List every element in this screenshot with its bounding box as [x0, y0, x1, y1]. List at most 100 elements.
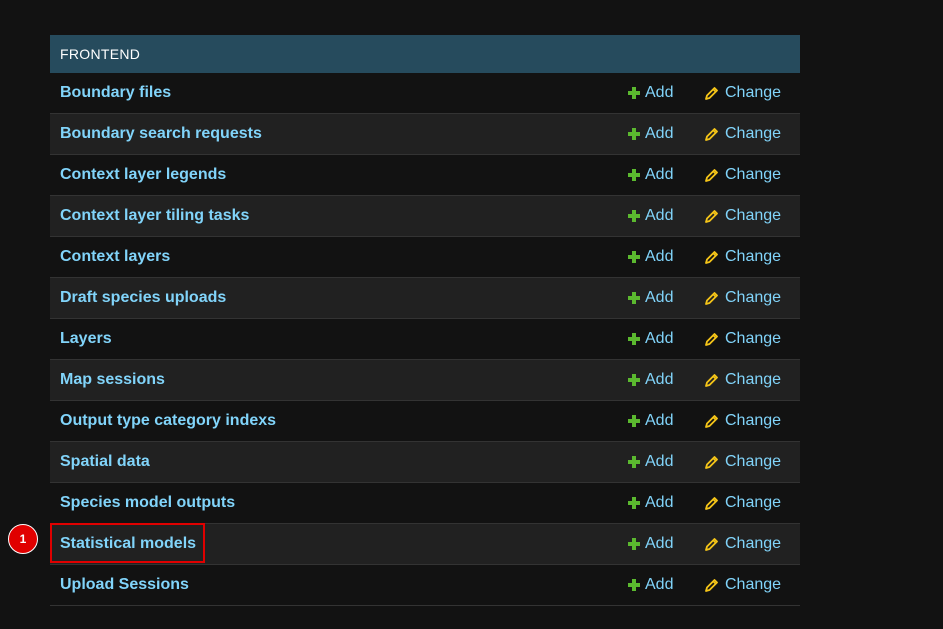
change-label: Change: [725, 330, 782, 347]
module-caption-label[interactable]: FRONTEND: [60, 46, 140, 62]
change-link[interactable]: Change: [705, 453, 781, 471]
add-link[interactable]: Add: [628, 289, 673, 307]
change-label: Change: [725, 207, 782, 224]
pencil-icon: [705, 496, 719, 510]
model-link[interactable]: Layers: [60, 330, 112, 348]
change-link[interactable]: Change: [705, 207, 781, 225]
add-link[interactable]: Add: [628, 412, 673, 430]
pencil-icon: [705, 250, 719, 264]
pencil-icon: [705, 373, 719, 387]
change-link[interactable]: Change: [705, 125, 781, 143]
plus-icon: [628, 169, 640, 181]
change-link[interactable]: Change: [705, 84, 781, 102]
add-link[interactable]: Add: [628, 535, 673, 553]
model-link[interactable]: Context layer tiling tasks: [60, 207, 249, 225]
change-label: Change: [725, 84, 782, 101]
pencil-icon: [705, 578, 719, 592]
change-link[interactable]: Change: [705, 535, 781, 553]
plus-icon: [628, 538, 640, 550]
model-link[interactable]: Context layer legends: [60, 166, 226, 184]
plus-icon: [628, 128, 640, 140]
add-label: Add: [645, 84, 674, 101]
table-row: Boundary search requests Add Change: [50, 114, 800, 155]
add-link[interactable]: Add: [628, 125, 673, 143]
table-row: Context layers Add Change: [50, 237, 800, 278]
add-label: Add: [645, 371, 674, 388]
add-link[interactable]: Add: [628, 207, 673, 225]
add-label: Add: [645, 412, 674, 429]
add-label: Add: [645, 576, 674, 593]
plus-icon: [628, 292, 640, 304]
model-link[interactable]: Map sessions: [60, 371, 165, 389]
module-caption[interactable]: FRONTEND: [50, 35, 800, 73]
add-link[interactable]: Add: [628, 371, 673, 389]
pencil-icon: [705, 455, 719, 469]
change-link[interactable]: Change: [705, 494, 781, 512]
table-row: Output type category indexs Add Change: [50, 401, 800, 442]
change-label: Change: [725, 371, 782, 388]
change-label: Change: [725, 125, 782, 142]
add-label: Add: [645, 248, 674, 265]
add-label: Add: [645, 330, 674, 347]
table-row: Draft species uploads Add Change: [50, 278, 800, 319]
pencil-icon: [705, 414, 719, 428]
plus-icon: [628, 333, 640, 345]
plus-icon: [628, 415, 640, 427]
pencil-icon: [705, 127, 719, 141]
change-label: Change: [725, 248, 782, 265]
add-label: Add: [645, 207, 674, 224]
pencil-icon: [705, 168, 719, 182]
change-label: Change: [725, 166, 782, 183]
add-link[interactable]: Add: [628, 453, 673, 471]
change-label: Change: [725, 453, 782, 470]
add-label: Add: [645, 494, 674, 511]
model-link[interactable]: Draft species uploads: [60, 289, 226, 307]
add-link[interactable]: Add: [628, 494, 673, 512]
change-label: Change: [725, 412, 782, 429]
change-link[interactable]: Change: [705, 412, 781, 430]
table-row: Context layer tiling tasks Add Change: [50, 196, 800, 237]
table-row: Context layer legends Add Change: [50, 155, 800, 196]
plus-icon: [628, 251, 640, 263]
pencil-icon: [705, 86, 719, 100]
change-link[interactable]: Change: [705, 576, 781, 594]
pencil-icon: [705, 291, 719, 305]
add-link[interactable]: Add: [628, 330, 673, 348]
plus-icon: [628, 87, 640, 99]
model-link[interactable]: Boundary files: [60, 84, 171, 102]
table-row: Layers Add Change: [50, 319, 800, 360]
pencil-icon: [705, 332, 719, 346]
model-link[interactable]: Context layers: [60, 248, 170, 266]
plus-icon: [628, 456, 640, 468]
change-link[interactable]: Change: [705, 371, 781, 389]
add-link[interactable]: Add: [628, 248, 673, 266]
model-link[interactable]: Spatial data: [60, 453, 150, 471]
add-link[interactable]: Add: [628, 166, 673, 184]
change-link[interactable]: Change: [705, 289, 781, 307]
add-link[interactable]: Add: [628, 576, 673, 594]
annotation-badge: 1: [8, 524, 38, 554]
table-row: Upload Sessions Add Change: [50, 565, 800, 606]
add-label: Add: [645, 535, 674, 552]
model-link[interactable]: Statistical models: [60, 535, 196, 553]
add-label: Add: [645, 289, 674, 306]
table-row: Boundary files Add Change: [50, 73, 800, 114]
change-label: Change: [725, 535, 782, 552]
table-row: Species model outputs Add Change: [50, 483, 800, 524]
model-link[interactable]: Species model outputs: [60, 494, 235, 512]
plus-icon: [628, 210, 640, 222]
model-link[interactable]: Output type category indexs: [60, 412, 276, 430]
model-link[interactable]: Boundary search requests: [60, 125, 262, 143]
change-link[interactable]: Change: [705, 248, 781, 266]
model-link[interactable]: Upload Sessions: [60, 576, 189, 594]
table-row: Spatial data Add Change: [50, 442, 800, 483]
change-link[interactable]: Change: [705, 330, 781, 348]
change-label: Change: [725, 494, 782, 511]
pencil-icon: [705, 537, 719, 551]
frontend-module: FRONTEND Boundary files Add Change Boundary…: [50, 35, 800, 606]
add-label: Add: [645, 453, 674, 470]
add-label: Add: [645, 125, 674, 142]
change-link[interactable]: Change: [705, 166, 781, 184]
add-link[interactable]: Add: [628, 84, 673, 102]
change-label: Change: [725, 289, 782, 306]
